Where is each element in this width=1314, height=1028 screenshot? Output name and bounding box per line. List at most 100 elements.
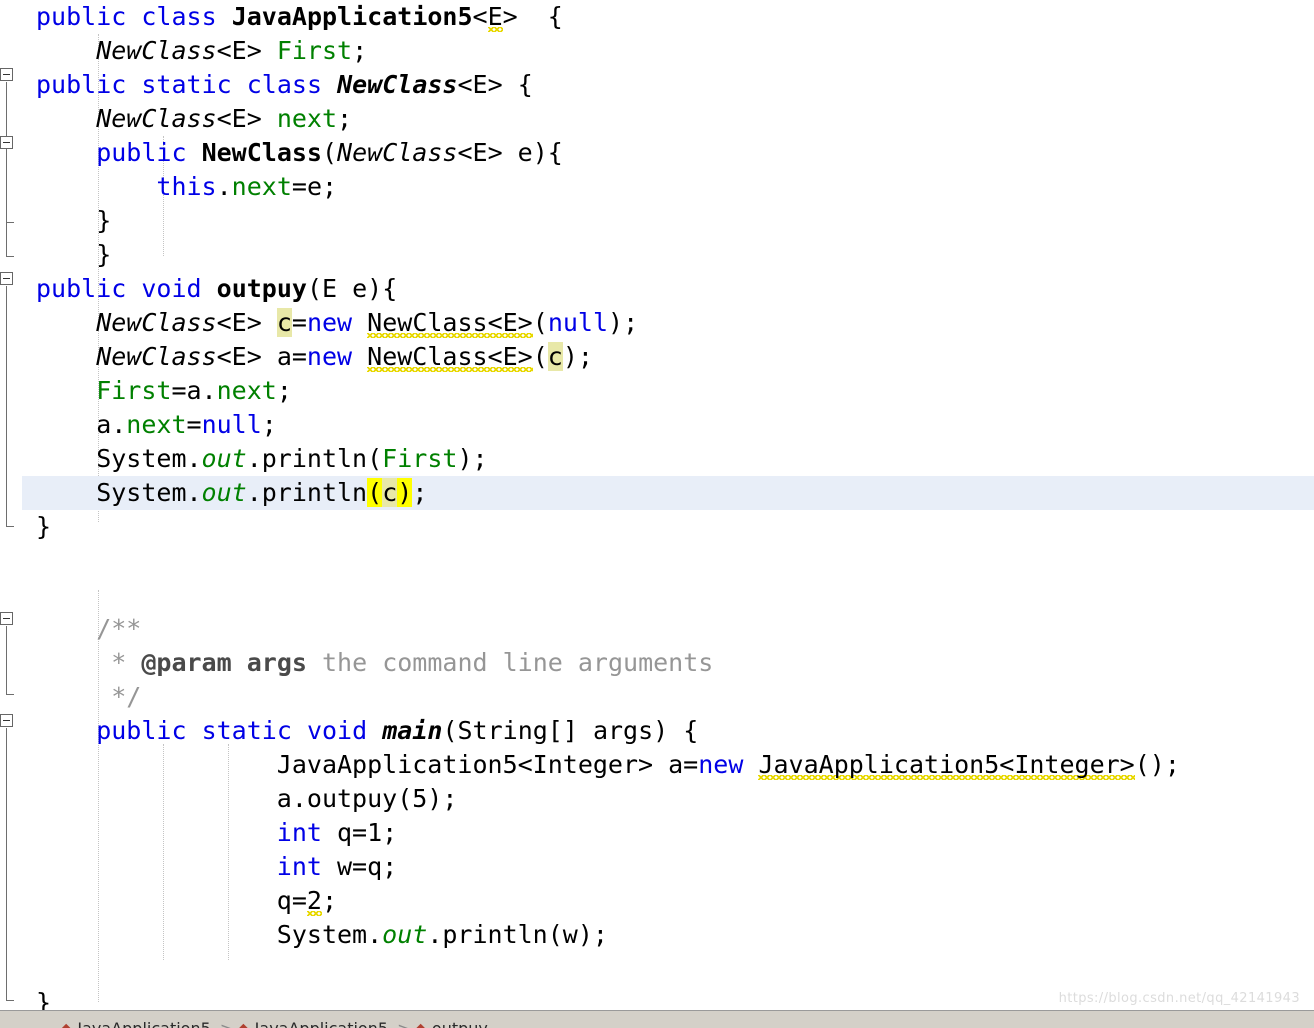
- fold-range-line: [6, 286, 7, 526]
- code-line[interactable]: a.next=null;: [96, 408, 277, 442]
- keyword-token: void: [306, 716, 368, 745]
- code-token: <E>: [216, 104, 277, 133]
- occurrence-highlight: c: [547, 342, 563, 371]
- code-token: NewClass: [96, 342, 217, 371]
- editor-status-bar[interactable]: ◆ JavaApplication5 >◆ JavaApplication5 >…: [0, 1010, 1314, 1028]
- code-line[interactable]: JavaApplication5<Integer> a=new JavaAppl…: [277, 748, 1180, 782]
- code-token: .println(w);: [427, 920, 608, 949]
- code-line[interactable]: public class JavaApplication5<E> {: [36, 0, 563, 34]
- code-token: q=1;: [321, 818, 398, 847]
- breadcrumb[interactable]: ◆ JavaApplication5 >◆ JavaApplication5 >…: [60, 1019, 488, 1028]
- code-token: System.: [96, 444, 202, 473]
- code-line[interactable]: NewClass<E> First;: [96, 34, 367, 68]
- code-line[interactable]: }: [96, 204, 111, 238]
- comment-token: *: [96, 648, 142, 677]
- code-token: NewClass: [96, 308, 217, 337]
- code-line[interactable]: this.next=e;: [156, 170, 337, 204]
- bracket-match-highlight: ): [397, 478, 413, 507]
- code-token: ;: [352, 36, 368, 65]
- field-token: First: [276, 36, 353, 65]
- code-token: w=q;: [321, 852, 398, 881]
- code-line[interactable]: NewClass<E> next;: [96, 102, 352, 136]
- breadcrumb-item[interactable]: JavaApplication5: [250, 1019, 394, 1028]
- code-token: .: [216, 172, 232, 201]
- code-fold-gutter[interactable]: [0, 0, 22, 1010]
- keyword-token: static: [141, 70, 232, 99]
- code-line[interactable]: * @param args the command line arguments: [96, 646, 713, 680]
- fold-collapse-icon[interactable]: [0, 272, 13, 285]
- code-token: =: [291, 308, 307, 337]
- code-token: );: [457, 444, 488, 473]
- code-token: =e;: [291, 172, 338, 201]
- code-text-area[interactable]: public class JavaApplication5<E> {NewCla…: [0, 0, 1314, 1017]
- code-line[interactable]: NewClass<E> a=new NewClass<E>(c);: [96, 340, 593, 374]
- field-token: out: [382, 920, 428, 949]
- java-code-editor-window: public class JavaApplication5<E> {NewCla…: [0, 0, 1314, 1028]
- code-line[interactable]: System.out.println(c);: [96, 476, 427, 510]
- fold-range-end-tick: [6, 526, 14, 527]
- breadcrumb-node-icon: ◆: [60, 1019, 72, 1028]
- code-line[interactable]: }: [96, 238, 111, 272]
- keyword-token: public: [96, 138, 187, 167]
- comment-token: [232, 648, 247, 677]
- keyword-token: public: [96, 716, 187, 745]
- keyword-token: class: [141, 2, 217, 31]
- code-token: <E> {: [457, 70, 533, 99]
- code-token: outpuy: [216, 274, 307, 303]
- keyword-token: public: [36, 70, 127, 99]
- fold-collapse-icon[interactable]: [0, 612, 13, 625]
- fold-collapse-icon[interactable]: [0, 714, 13, 727]
- breadcrumb-separator-icon: >: [216, 1019, 237, 1028]
- code-line[interactable]: int q=1;: [277, 816, 397, 850]
- code-token: ;: [412, 478, 428, 507]
- field-token: next: [231, 172, 292, 201]
- code-token: a.: [96, 410, 127, 439]
- code-line[interactable]: public NewClass(NewClass<E> e){: [96, 136, 563, 170]
- keyword-token: new: [306, 342, 353, 371]
- code-line[interactable]: NewClass<E> c=new NewClass<E>(null);: [96, 306, 638, 340]
- keyword-token: new: [306, 308, 353, 337]
- code-line[interactable]: public static void main(String[] args) {: [96, 714, 698, 748]
- breadcrumb-item[interactable]: JavaApplication5: [72, 1019, 216, 1028]
- keyword-token: void: [141, 274, 202, 303]
- fold-collapse-icon[interactable]: [0, 136, 13, 149]
- code-line[interactable]: int w=q;: [277, 850, 397, 884]
- code-line[interactable]: System.out.println(w);: [277, 918, 608, 952]
- code-line[interactable]: public void outpuy(E e){: [36, 272, 397, 306]
- comment-token: args: [246, 648, 307, 677]
- breadcrumb-item[interactable]: outpuy: [427, 1019, 488, 1028]
- keyword-token: static: [201, 716, 292, 745]
- field-token: next: [216, 376, 277, 405]
- code-line[interactable]: /**: [96, 612, 141, 646]
- fold-range-line: [6, 728, 7, 1000]
- code-line[interactable]: a.outpuy(5);: [277, 782, 458, 816]
- code-line[interactable]: System.out.println(First);: [96, 442, 487, 476]
- code-line[interactable]: public static class NewClass<E> {: [36, 68, 533, 102]
- fold-range-end-tick: [6, 1000, 14, 1001]
- code-token: (E e){: [306, 274, 398, 303]
- code-token: <E> e){: [457, 138, 563, 167]
- code-line[interactable]: q=2;: [277, 884, 337, 918]
- code-line[interactable]: First=a.next;: [96, 374, 292, 408]
- code-token: (: [532, 308, 548, 337]
- code-token: JavaApplication5: [231, 2, 473, 31]
- code-line[interactable]: }: [36, 510, 51, 544]
- fold-collapse-icon[interactable]: [0, 68, 13, 81]
- fold-range-line: [6, 626, 7, 694]
- code-token: ();: [1134, 750, 1180, 779]
- code-line[interactable]: */: [96, 680, 141, 714]
- code-token: }: [96, 206, 112, 235]
- keyword-token: null: [201, 410, 262, 439]
- occurrence-highlight: c: [382, 478, 398, 507]
- code-token: <: [472, 2, 488, 31]
- fold-range-end-tick: [6, 256, 14, 257]
- field-token: next: [276, 104, 338, 133]
- keyword-token: null: [547, 308, 609, 337]
